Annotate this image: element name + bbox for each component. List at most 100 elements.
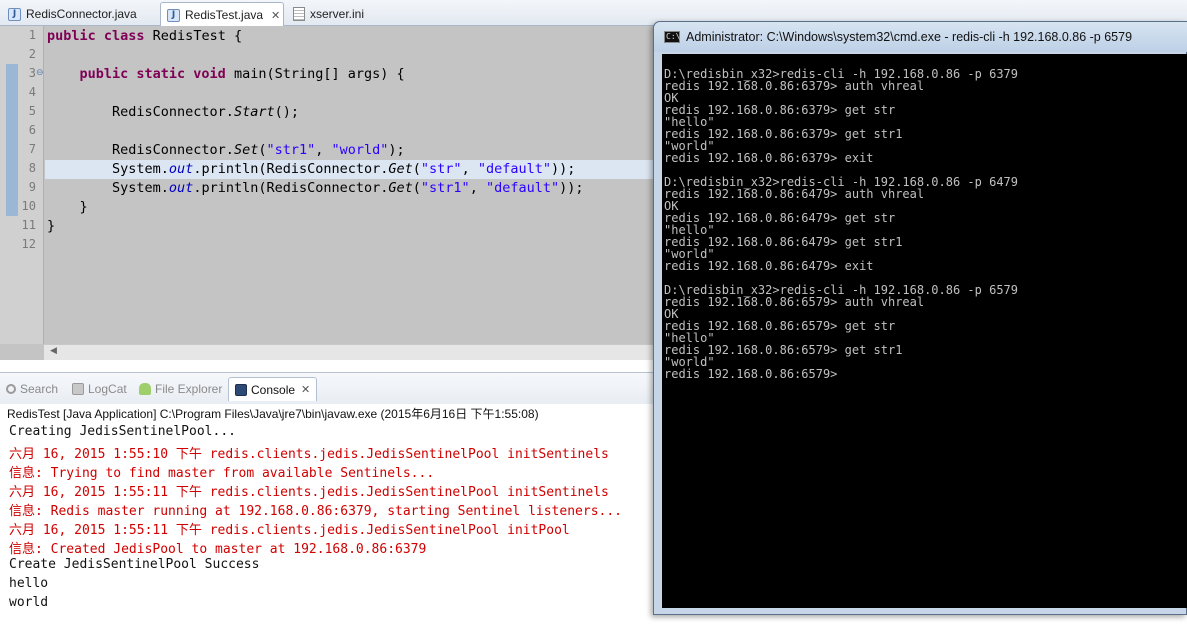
code-token: Set xyxy=(233,142,259,158)
terminal-line: redis 192.168.0.86:6579> get str1 xyxy=(664,343,903,357)
console-line: hello xyxy=(9,576,49,591)
tab-xserver-ini[interactable]: xserver.ini xyxy=(287,2,364,26)
scroll-left-icon[interactable]: ◀ xyxy=(50,346,57,356)
code-token: System. xyxy=(47,161,169,177)
tab-label: xserver.ini xyxy=(310,7,365,21)
console-line: 信息: Trying to find master from available… xyxy=(9,466,435,481)
console-line: 六月 16, 2015 1:55:11 下午 redis.clients.jed… xyxy=(9,485,609,500)
view-tab-bar: Search LogCat File Explorer Console ✕ xyxy=(0,372,656,404)
terminal-line: redis 192.168.0.86:6479> get str xyxy=(664,211,896,225)
terminal-line: redis 192.168.0.86:6379> exit xyxy=(664,151,874,165)
line-number: 6 xyxy=(28,123,36,137)
code-token: "str" xyxy=(420,161,462,177)
code-token: System. xyxy=(47,180,169,196)
line-number: 2 xyxy=(28,47,36,61)
line-number: 5 xyxy=(28,104,36,118)
code-editor[interactable]: ⊖ 1 2 3 4 5 6 7 8 9 10 11 12 public class RedisTest… xyxy=(0,26,656,360)
code-token: "str1" xyxy=(420,180,470,196)
terminal-line: redis 192.168.0.86:6379> get str xyxy=(664,103,896,117)
code-line: RedisConnector.Set("str1", "world"); xyxy=(47,142,405,158)
fold-icon[interactable]: ⊖ xyxy=(36,68,44,78)
code-token: ); xyxy=(388,142,405,158)
console-line: Creating JedisSentinelPool... xyxy=(9,424,236,439)
tab-file-explorer[interactable]: File Explorer xyxy=(139,382,222,396)
terminal-line: redis 192.168.0.86:6479> get str1 xyxy=(664,235,903,249)
line-number: 8 xyxy=(28,161,36,175)
code-token: RedisConnector. xyxy=(47,142,234,158)
ini-file-icon xyxy=(293,7,305,21)
cmd-terminal-body[interactable]: D:\redisbin_x32>redis-cli -h 192.168.0.8… xyxy=(662,54,1187,608)
code-token: )); xyxy=(550,161,576,177)
code-line: public static void main(String[] args) { xyxy=(47,66,405,82)
tab-redistest-java[interactable]: J RedisTest.java ✕ xyxy=(160,2,284,27)
tab-label: RedisTest.java xyxy=(185,8,264,22)
code-token: RedisTest { xyxy=(144,28,243,44)
terminal-line: redis 192.168.0.86:6579> get str xyxy=(664,319,896,333)
code-token: out xyxy=(168,161,194,177)
code-token: (); xyxy=(274,104,299,120)
code-token: main(String[] args) { xyxy=(225,66,405,82)
console-line: Create JedisSentinelPool Success xyxy=(9,557,260,572)
line-number: 9 xyxy=(28,180,36,194)
terminal-line: redis 192.168.0.86:6379> get str1 xyxy=(664,127,903,141)
java-file-icon: J xyxy=(167,8,180,22)
java-file-icon: J xyxy=(8,7,21,21)
android-icon xyxy=(139,383,151,395)
console-line: 六月 16, 2015 1:55:10 下午 redis.clients.jed… xyxy=(9,447,609,462)
line-number: 3 xyxy=(28,66,36,80)
code-token: "default" xyxy=(477,161,551,177)
code-token: "str1" xyxy=(266,142,316,158)
code-line: } xyxy=(47,199,88,215)
console-line: world xyxy=(9,595,49,610)
cmd-titlebar[interactable]: C:\ Administrator: C:\Windows\system32\c… xyxy=(654,22,1187,52)
tab-console[interactable]: Console ✕ xyxy=(228,377,318,401)
tab-label: RedisConnector.java xyxy=(26,7,137,21)
code-token: "default" xyxy=(485,180,560,196)
terminal-line: redis 192.168.0.86:6379> auth vhreal xyxy=(664,79,925,93)
code-token: .println(RedisConnector. xyxy=(193,180,389,196)
code-token: .println(RedisConnector. xyxy=(193,161,389,177)
tab-redisconnector-java[interactable]: J RedisConnector.java xyxy=(2,2,137,26)
code-token: , xyxy=(469,180,486,196)
close-icon[interactable]: ✕ xyxy=(271,9,280,22)
terminal-line: redis 192.168.0.86:6479> auth vhreal xyxy=(664,187,925,201)
code-token: ( xyxy=(412,180,421,196)
terminal-output: D:\redisbin_x32>redis-cli -h 192.168.0.8… xyxy=(664,68,1018,380)
code-token: Start xyxy=(233,104,275,120)
code-token: )); xyxy=(559,180,584,196)
code-token: , xyxy=(461,161,478,177)
code-token: ( xyxy=(412,161,421,177)
tab-search[interactable]: Search xyxy=(6,382,58,396)
cmd-window-title: Administrator: C:\Windows\system32\cmd.e… xyxy=(686,30,1133,44)
tab-label: Console xyxy=(251,382,296,397)
line-number: 11 xyxy=(21,218,36,232)
code-token: public static void xyxy=(79,66,226,82)
console-icon xyxy=(235,383,247,396)
horizontal-scrollbar[interactable]: ◀ xyxy=(44,344,656,360)
console-line: 信息: Redis master running at 192.168.0.86… xyxy=(9,504,622,519)
terminal-line: redis 192.168.0.86:6479> exit xyxy=(664,259,874,273)
line-number: 1 xyxy=(28,28,36,42)
code-line: System.out.println(RedisConnector.Get("s… xyxy=(47,161,575,177)
tab-logcat[interactable]: LogCat xyxy=(72,382,127,396)
code-token: RedisConnector. xyxy=(47,104,234,120)
code-token: } xyxy=(47,199,88,215)
code-token: "world" xyxy=(331,142,389,158)
code-line: } xyxy=(47,218,55,234)
code-line: System.out.println(RedisConnector.Get("s… xyxy=(47,180,584,196)
logcat-icon xyxy=(72,383,84,395)
tab-label: LogCat xyxy=(88,382,127,396)
cmd-icon: C:\ xyxy=(664,31,681,43)
terminal-line: redis 192.168.0.86:6579> xyxy=(664,367,838,381)
tab-label: File Explorer xyxy=(155,382,223,396)
close-icon[interactable]: ✕ xyxy=(301,383,310,396)
cmd-window[interactable]: C:\ Administrator: C:\Windows\system32\c… xyxy=(653,21,1187,615)
code-token: public class xyxy=(47,28,145,44)
change-indicator xyxy=(6,64,18,216)
line-number: 10 xyxy=(21,199,36,213)
line-number: 12 xyxy=(21,237,36,251)
search-icon xyxy=(6,384,16,394)
line-number: 4 xyxy=(28,85,36,99)
console-line: 六月 16, 2015 1:55:11 下午 redis.clients.jed… xyxy=(9,523,570,538)
